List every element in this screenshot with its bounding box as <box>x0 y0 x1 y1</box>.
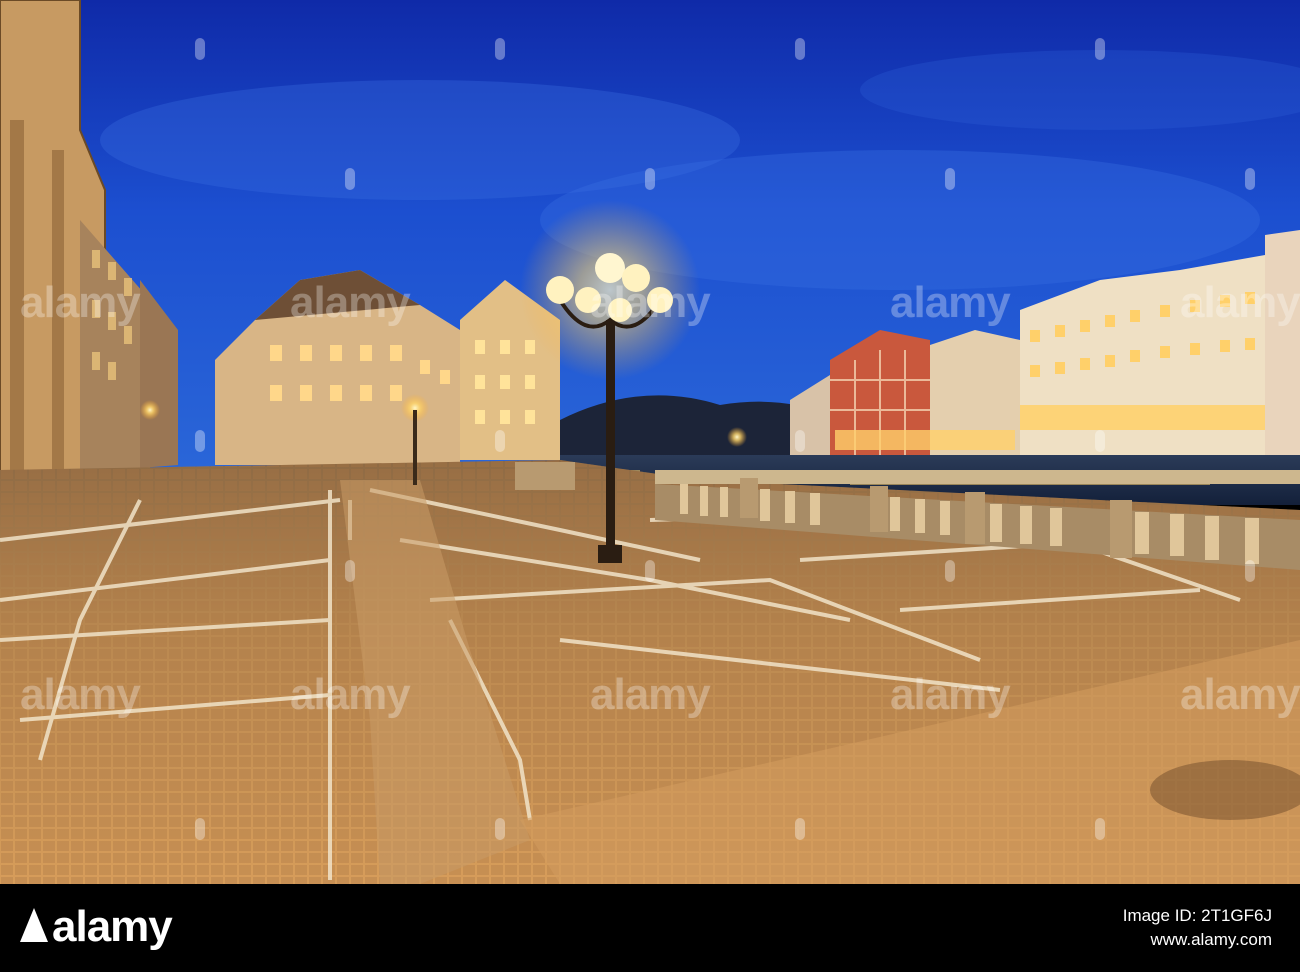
stock-footer-bar: alamy Image ID: 2T1GF6J www.alamy.com <box>0 884 1300 972</box>
watermark-mark <box>345 560 355 582</box>
brand-logo-text: alamy <box>52 902 173 951</box>
watermark-mark <box>645 168 655 190</box>
watermark-mark <box>795 38 805 60</box>
watermark-mark <box>1095 818 1105 840</box>
image-info: Image ID: 2T1GF6J www.alamy.com <box>1123 904 1272 952</box>
watermark-mark <box>795 430 805 452</box>
watermark-mark <box>195 818 205 840</box>
watermark-mark <box>1245 560 1255 582</box>
image-id-text: Image ID: 2T1GF6J <box>1122 906 1272 925</box>
watermark-mark <box>495 818 505 840</box>
watermark-mark <box>795 818 805 840</box>
watermark-mark <box>1095 430 1105 452</box>
watermark-mark <box>1095 38 1105 60</box>
watermark-mark <box>945 168 955 190</box>
watermark-mark <box>495 38 505 60</box>
watermark-mark <box>495 430 505 452</box>
alamy-logo-icon <box>20 908 48 942</box>
watermark-mark <box>345 168 355 190</box>
watermark-mark <box>1245 168 1255 190</box>
hills <box>560 395 830 460</box>
watermark-mark <box>645 560 655 582</box>
watermark-mark <box>195 430 205 452</box>
site-url-text: www.alamy.com <box>1150 930 1272 949</box>
watermark-mark <box>945 560 955 582</box>
night-cityscape-photo: alamy alamy alamy alamy alamy alamy alam… <box>0 0 1300 884</box>
watermark-mark <box>195 38 205 60</box>
